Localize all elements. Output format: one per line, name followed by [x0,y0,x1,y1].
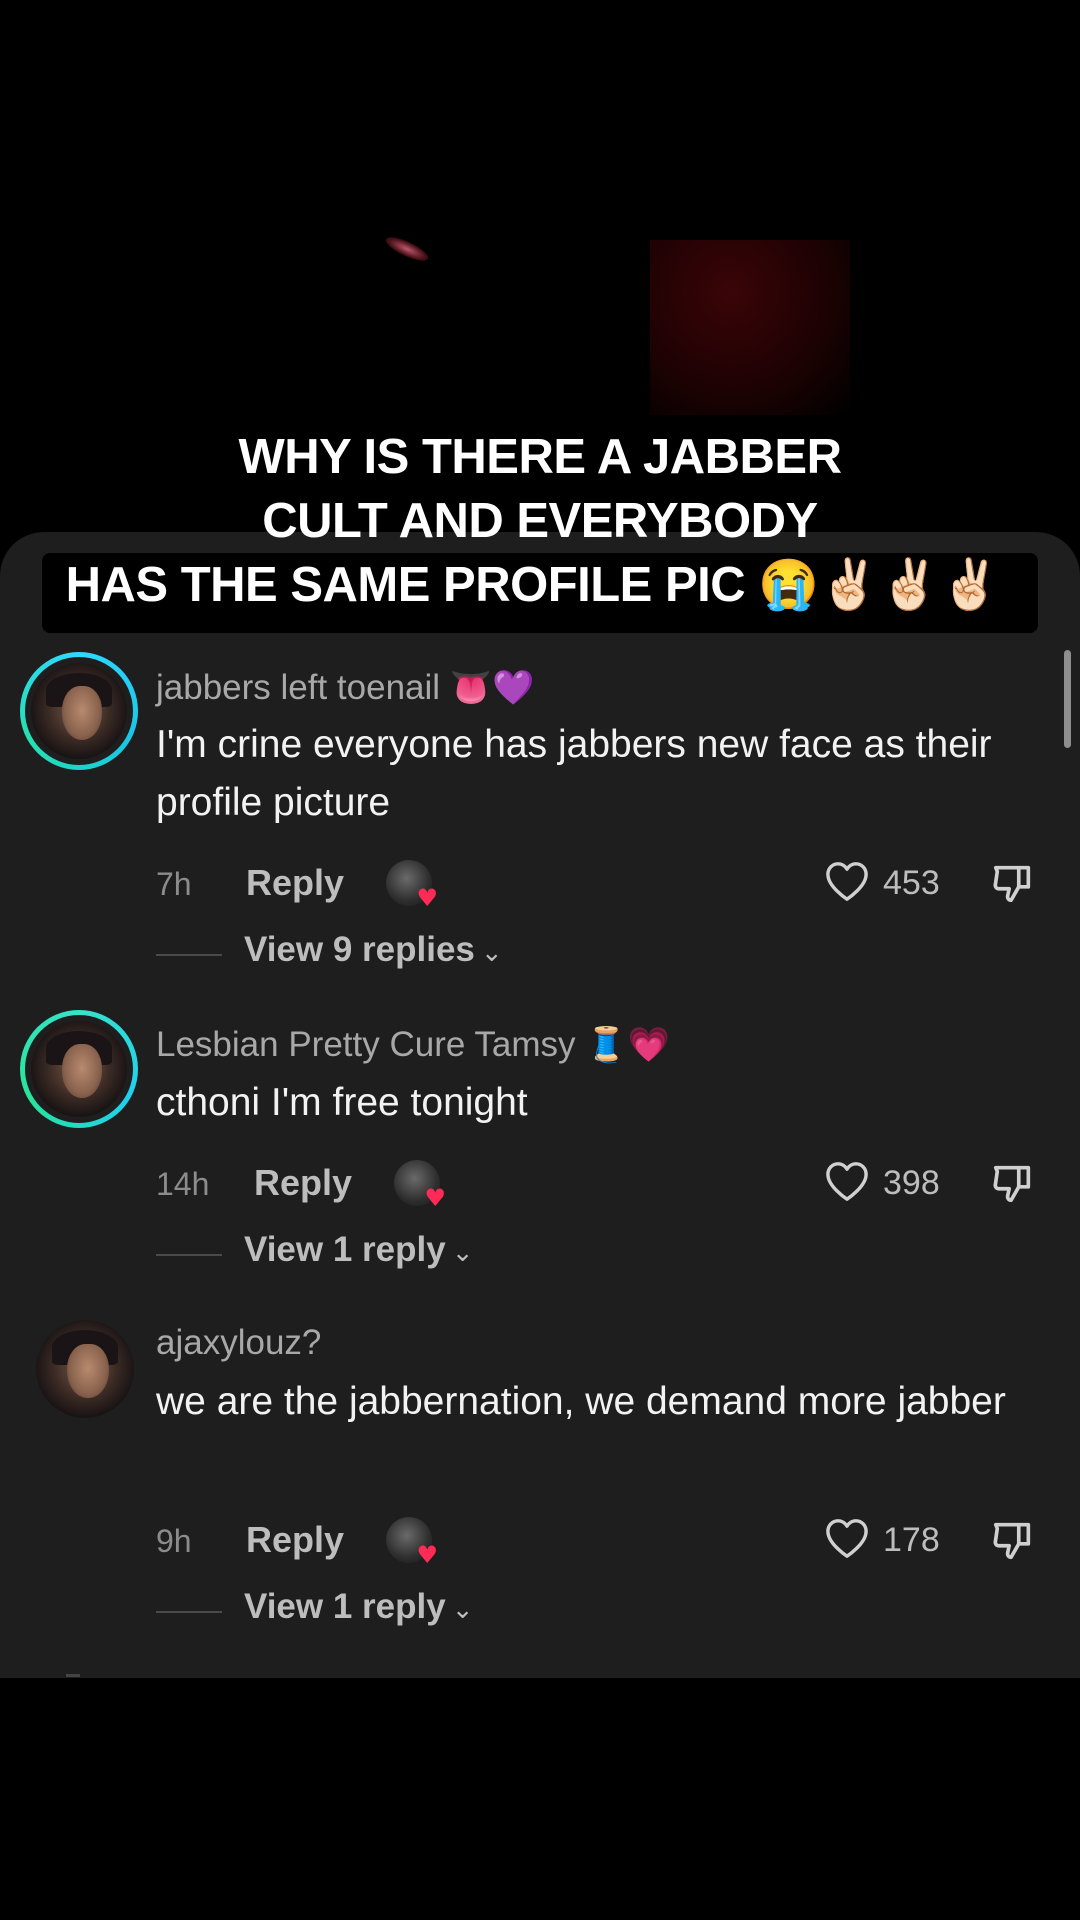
reply-button[interactable]: Reply [254,1162,352,1204]
chevron-down-icon: ⌄ [451,1595,474,1625]
like-count: 178 [883,1521,940,1559]
reply-button[interactable]: Reply [246,862,344,904]
view-replies-label: View 9 replies [244,930,475,969]
comment-actions: 14h Reply ♥ 398 [156,1158,1036,1210]
view-replies-label: View 1 reply [244,1587,446,1626]
thumbs-down-icon[interactable] [990,860,1036,906]
panel-edge-mark [66,1674,80,1677]
reply-button[interactable]: Reply [246,1519,344,1561]
heart-outline-icon[interactable] [824,1160,870,1202]
comment-text: I'm crine everyone has jabbers new face … [156,723,992,824]
like-count: 453 [883,864,940,902]
avatar[interactable] [36,1320,134,1418]
video-background-streak [383,232,431,266]
like-count: 398 [883,1164,940,1202]
chevron-down-icon: ⌄ [480,938,503,968]
creator-liked-icon: ♥ [386,860,438,910]
replies-divider [156,1254,222,1256]
username-emoji: 👅💜 [449,668,535,708]
comment-time: 9h [156,1523,192,1559]
caption-line-2: CULT AND EVERYBODY [262,494,818,548]
view-replies-button[interactable]: View 1 reply ⌄ [156,1230,656,1276]
heart-outline-icon[interactable] [824,1517,870,1559]
comment-time: 14h [156,1166,210,1202]
thumbs-down-icon[interactable] [990,1160,1036,1206]
username-emoji: 🧵💗 [585,1025,670,1065]
avatar[interactable] [20,1010,138,1128]
caption-line-3: HAS THE SAME PROFILE PIC 😭✌🏻✌🏻✌🏻 [41,553,1039,633]
comment-username[interactable]: jabbers left toenail 👅💜 [156,668,534,708]
view-replies-label: View 1 reply [244,1230,446,1269]
comment-username[interactable]: Lesbian Pretty Cure Tamsy 🧵💗 [156,1025,670,1065]
creator-liked-icon: ♥ [386,1517,438,1567]
comment-time: 7h [156,866,192,902]
comment-username[interactable]: ajaxylouz? [156,1323,321,1363]
chevron-down-icon: ⌄ [451,1238,474,1268]
bottom-letterbox [0,1678,1080,1920]
caption-line-1: WHY IS THERE A JABBER [238,430,842,484]
comment-text: cthoni I'm free tonight [156,1081,528,1124]
creator-liked-icon: ♥ [394,1160,446,1210]
video-caption-overlay: WHY IS THERE A JABBER CULT AND EVERYBODY… [0,425,1080,633]
comment-actions: 7h Reply ♥ 453 [156,858,1036,910]
video-background [650,240,850,415]
comment-text: we are the jabbernation, we demand more … [156,1380,1006,1423]
thumbs-down-icon[interactable] [990,1517,1036,1563]
avatar[interactable] [20,652,138,770]
view-replies-button[interactable]: View 1 reply ⌄ [156,1587,656,1633]
heart-outline-icon[interactable] [824,860,870,902]
comment-actions: 9h Reply ♥ 178 [156,1515,1036,1567]
scrollbar[interactable] [1064,650,1071,748]
replies-divider [156,954,222,956]
replies-divider [156,1611,222,1613]
view-replies-button[interactable]: View 9 replies ⌄ [156,930,656,976]
